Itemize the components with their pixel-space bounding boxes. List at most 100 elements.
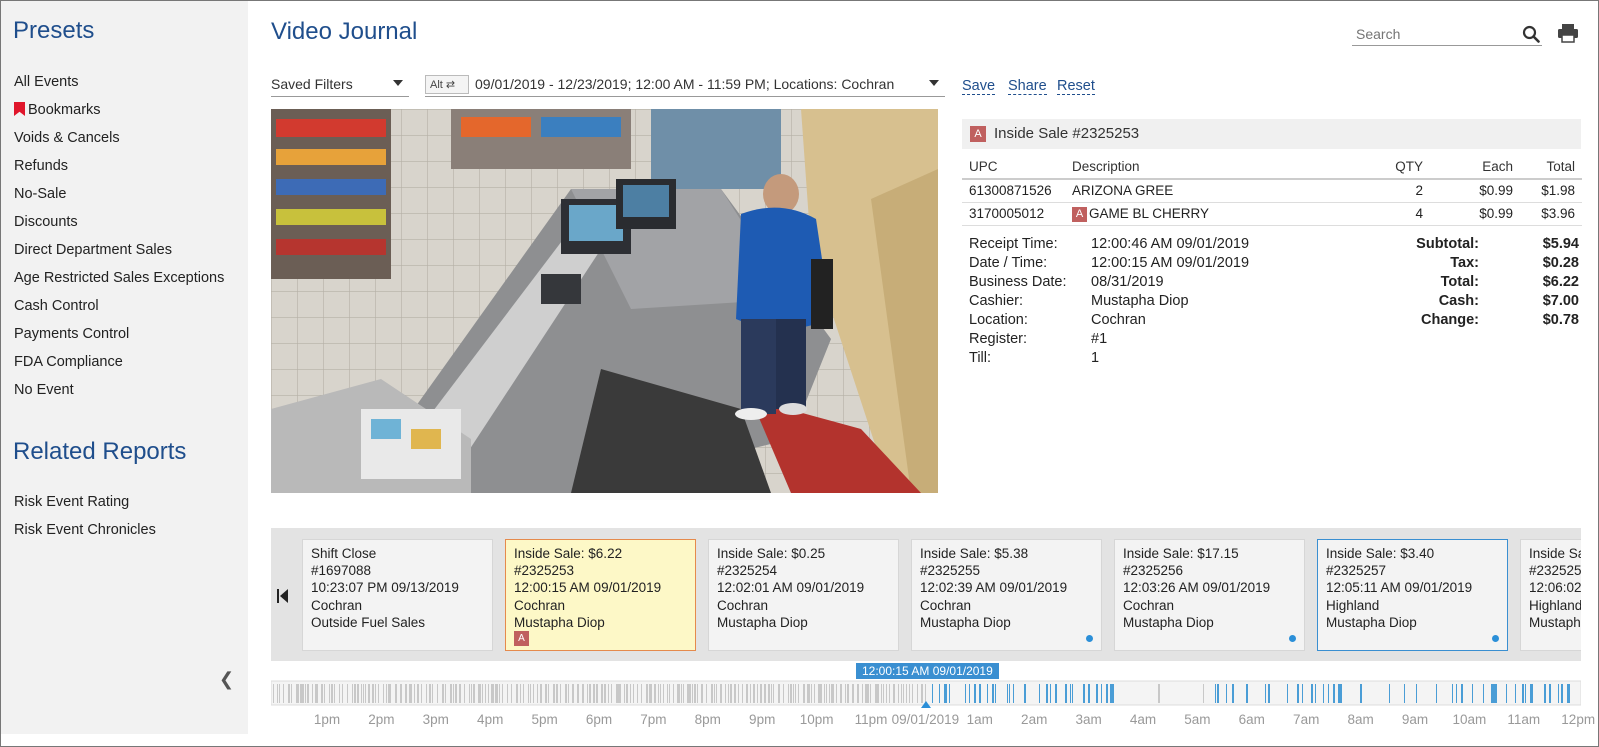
previous-icon[interactable] [277, 588, 289, 604]
timeline-event-mark [987, 684, 988, 703]
timeline-event-mark [1495, 684, 1497, 703]
preset-all-events[interactable]: All Events [14, 74, 78, 90]
timeline-event-mark [1389, 684, 1390, 703]
timeline-event-mark [421, 684, 422, 703]
event-card[interactable]: Inside Sale: $6.22 #2325253 12:00:15 AM 09… [505, 539, 696, 651]
table-row[interactable]: 61300871526 ARIZONA GREE 2 $0.99 $1.98 [962, 179, 1582, 203]
print-icon[interactable] [1557, 22, 1579, 44]
reset-button[interactable]: Reset [1057, 78, 1095, 95]
event-card-line: Outside Fuel Sales [311, 614, 426, 630]
timeline-event-mark [604, 684, 606, 703]
timeline-event-mark [352, 684, 353, 703]
timeline-event-mark [1158, 684, 1160, 703]
share-button[interactable]: Share [1008, 78, 1047, 95]
event-card-line: 10:23:07 PM 09/13/2019 [311, 580, 459, 596]
report-risk-event-rating[interactable]: Risk Event Rating [14, 494, 129, 510]
timeline-event-mark [814, 684, 815, 703]
timeline-event-mark [811, 684, 812, 703]
timeline-event-mark [426, 684, 427, 703]
timeline-event-mark [342, 684, 343, 703]
preset-direct-department-sales[interactable]: Direct Department Sales [14, 242, 172, 258]
event-card[interactable]: Inside Sale: $0.25 #2325254 12:02:01 AM 09… [708, 539, 899, 651]
preset-age-restricted[interactable]: Age Restricted Sales Exceptions [14, 270, 224, 286]
timeline-event-mark [1065, 684, 1067, 703]
timeline-event-mark [867, 684, 869, 703]
preset-fda-compliance[interactable]: FDA Compliance [14, 354, 123, 370]
timeline-event-mark [1506, 684, 1507, 703]
timeline-event-mark [324, 684, 325, 703]
timeline-event-mark [865, 684, 867, 703]
timeline-event-mark [1088, 684, 1090, 703]
timeline-event-mark [450, 684, 452, 703]
detail-label: Business Date: [969, 274, 1067, 290]
preset-discounts[interactable]: Discounts [14, 214, 78, 230]
timeline-event-mark [1268, 684, 1270, 703]
timeline-event-mark [1558, 684, 1559, 703]
timeline-event-mark [624, 684, 625, 703]
event-card[interactable]: Shift Close #1697088 10:23:07 PM 09/13/201… [302, 539, 493, 651]
preset-no-sale[interactable]: No-Sale [14, 186, 66, 202]
timeline-tick-label: 6pm [585, 712, 613, 727]
timeline-event-mark [1101, 684, 1102, 703]
timeline-event-mark [1203, 684, 1204, 703]
event-card[interactable]: Inside Sale: $3.40 #2325257 12:05:11 AM 09… [1317, 539, 1508, 651]
timeline-event-mark [1515, 684, 1516, 703]
timeline-event-mark [298, 684, 299, 703]
timeline-event-mark [734, 684, 736, 703]
timeline-event-mark [1297, 684, 1299, 703]
timeline-event-mark [1525, 684, 1526, 703]
timeline-event-mark [1226, 684, 1227, 703]
alert-badge: A [514, 631, 529, 646]
totals-value: $0.28 [1542, 255, 1579, 271]
filter-summary-dropdown[interactable]: Alt ⇄ 09/01/2019 - 12/23/2019; 12:00 AM … [425, 73, 945, 97]
report-risk-event-chronicles[interactable]: Risk Event Chronicles [14, 522, 156, 538]
timeline-event-mark [1055, 684, 1057, 703]
preset-refunds[interactable]: Refunds [14, 158, 68, 174]
event-card-line: Cochran [514, 597, 566, 613]
timeline-event-mark [778, 684, 780, 703]
timeline-event-mark [611, 684, 612, 703]
event-card[interactable]: Inside Sale: $17.15 #2325256 12:03:26 AM 0… [1114, 539, 1305, 651]
preset-payments-control[interactable]: Payments Control [14, 326, 129, 342]
timeline-event-mark [315, 684, 317, 703]
event-card-line: 12:05:11 AM 09/01/2019 [1326, 580, 1473, 596]
timeline-event-mark [459, 684, 461, 703]
timeline-event-mark [847, 684, 849, 703]
timeline-event-mark [1567, 684, 1569, 703]
event-card-line: Mustapha Diop [1529, 614, 1581, 630]
timeline-event-mark [912, 684, 913, 703]
timeline-event-mark [969, 684, 970, 703]
saved-filters-dropdown[interactable]: Saved Filters [271, 73, 409, 97]
timeline-tick-label: 2pm [368, 712, 395, 727]
preset-no-event[interactable]: No Event [14, 382, 74, 398]
event-card-line: Mustapha Diop [1123, 614, 1214, 630]
timeline-event-mark [820, 684, 822, 703]
timeline-event-mark [497, 684, 498, 703]
surveillance-video-frame [271, 109, 938, 493]
timeline-event-mark [1013, 684, 1014, 703]
event-card-line: #2325255 [920, 563, 981, 579]
col-each: Each [1430, 155, 1520, 180]
preset-bookmarks[interactable]: Bookmarks [14, 102, 101, 118]
save-button[interactable]: Save [962, 78, 996, 95]
timeline-scrubber[interactable] [271, 679, 1581, 709]
table-row[interactable]: 3170005012 A GAME BL CHERRY 4 $0.99 $3.96 [962, 202, 1582, 226]
event-card[interactable]: Inside Sale: $3.40 #232525812:06:02 AM 09… [1520, 539, 1581, 651]
alt-toggle-button[interactable]: Alt ⇄ [425, 75, 469, 94]
video-player[interactable] [271, 109, 938, 493]
timeline-event-mark [654, 684, 656, 703]
timeline-event-mark [1315, 684, 1316, 703]
timeline-event-mark [746, 684, 748, 703]
preset-voids-cancels[interactable]: Voids & Cancels [14, 130, 120, 146]
timeline-event-mark [347, 684, 348, 703]
search-input[interactable] [1352, 22, 1542, 46]
event-card-line: #2325258 [1529, 563, 1581, 579]
timeline-event-mark [803, 684, 805, 703]
preset-cash-control[interactable]: Cash Control [14, 298, 99, 314]
collapse-sidebar-icon[interactable]: ❮ [219, 669, 234, 690]
search-icon[interactable] [1522, 25, 1540, 43]
timeline-tick-label: 5am [1184, 712, 1211, 727]
event-card[interactable]: Inside Sale: $5.38 #2325255 12:02:39 AM 09… [911, 539, 1102, 651]
event-card-line: #2325257 [1326, 563, 1387, 579]
timeline-event-mark [658, 684, 659, 703]
